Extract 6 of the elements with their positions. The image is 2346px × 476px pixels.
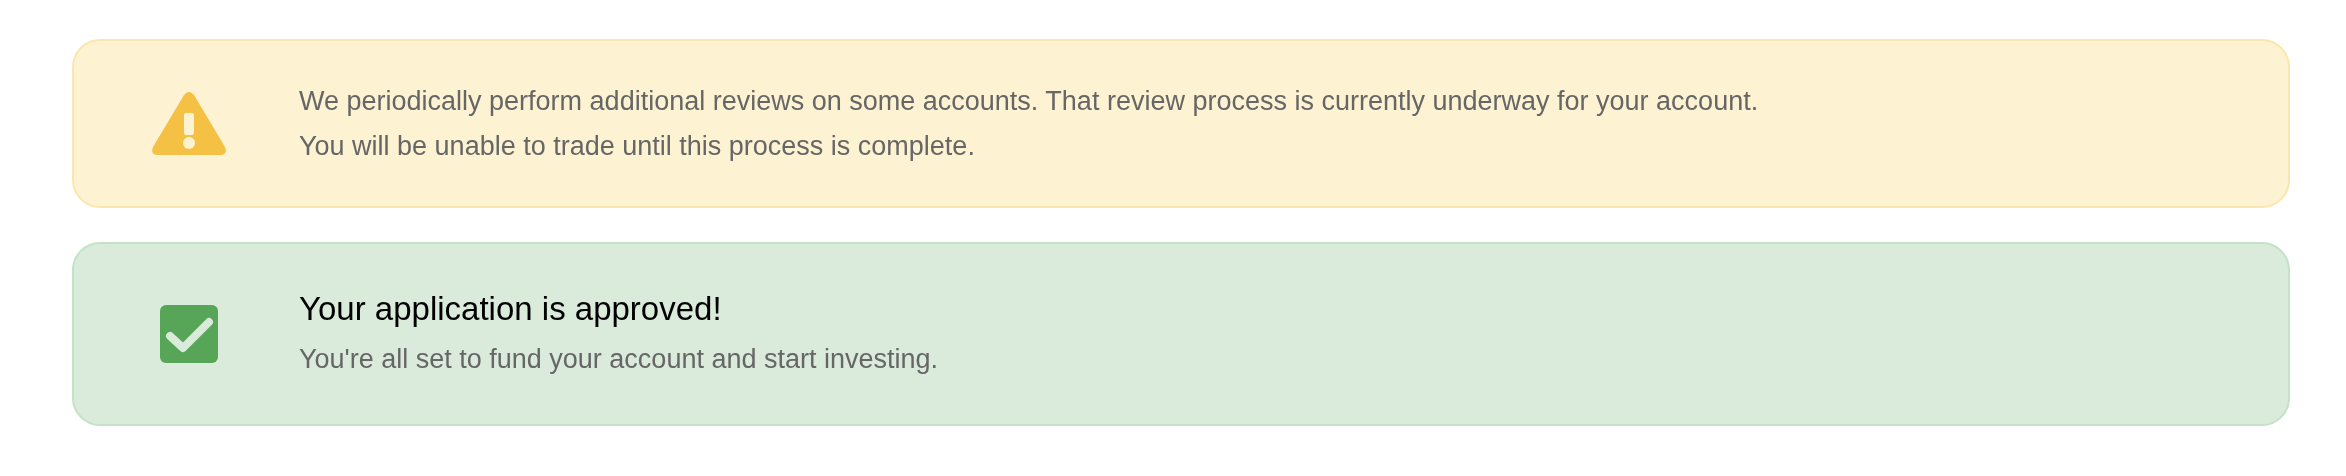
alert-message: You're all set to fund your account and start investing. — [299, 342, 939, 376]
checkbox-icon — [159, 305, 218, 363]
alert-title: Your application is approved! — [299, 288, 723, 329]
warning-icon — [150, 90, 227, 157]
alert-message: You will be unable to trade until this process is complete. — [299, 129, 976, 163]
alert-message: We periodically perform additional reviews on some accounts. That review process is currently underway for your account. — [299, 84, 1759, 118]
